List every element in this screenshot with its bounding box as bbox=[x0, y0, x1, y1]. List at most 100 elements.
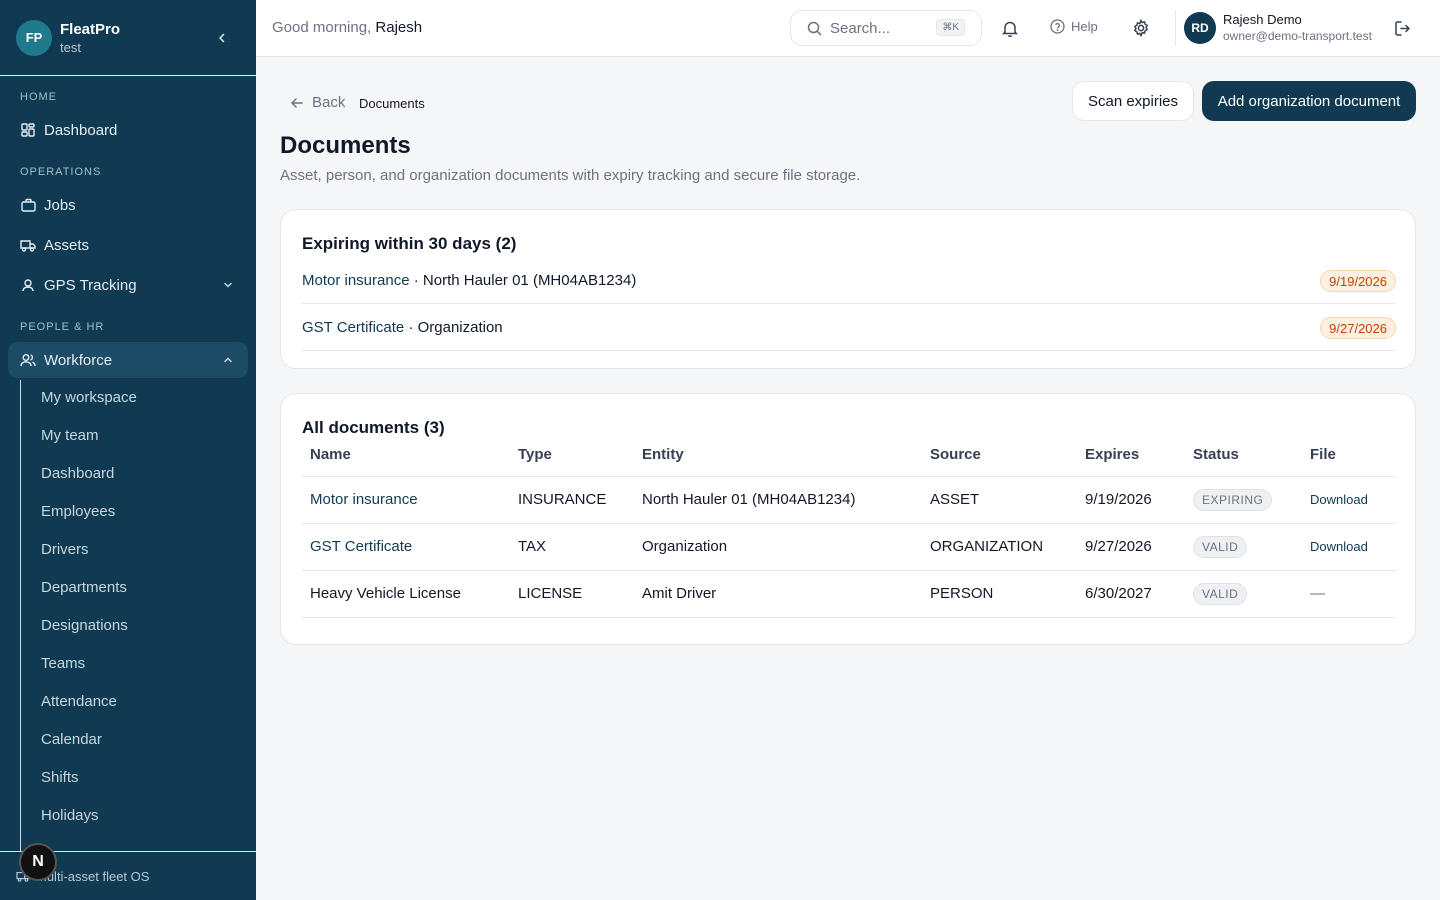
expiry-date-badge: 9/19/2026 bbox=[1320, 270, 1396, 292]
scan-expiries-button[interactable]: Scan expiries bbox=[1072, 81, 1194, 121]
document-expires: 9/27/2026 bbox=[1077, 523, 1185, 571]
table-row: Motor insurance INSURANCE North Hauler 0… bbox=[302, 476, 1396, 524]
sidebar-subitem-departments[interactable]: Departments bbox=[41, 579, 127, 596]
status-badge: EXPIRING bbox=[1193, 488, 1273, 511]
sidebar-item-label: Workforce bbox=[44, 351, 113, 369]
brand-name: FleatPro bbox=[60, 20, 121, 38]
sidebar-subitem-my-workspace[interactable]: My workspace bbox=[41, 389, 137, 406]
column-header-name: Name bbox=[302, 446, 510, 477]
expiring-card: Expiring within 30 days (2) Motor insura… bbox=[280, 209, 1416, 369]
sidebar-item-label: Dashboard bbox=[44, 121, 118, 139]
search-shortcut: ⌘K bbox=[936, 19, 965, 36]
user-email: owner@demo-transport.test bbox=[1223, 29, 1372, 43]
status-badge: VALID bbox=[1193, 582, 1248, 605]
section-label-people: PEOPLE & HR bbox=[20, 321, 105, 333]
sidebar-item-dashboard[interactable]: Dashboard bbox=[8, 112, 248, 148]
sidebar-subitem-dashboard[interactable]: Dashboard bbox=[41, 465, 114, 482]
column-header-source: Source bbox=[922, 446, 1077, 477]
table-row: GST Certificate TAX Organization ORGANIZ… bbox=[302, 523, 1396, 571]
help-label: Help bbox=[1071, 19, 1098, 34]
users-icon bbox=[20, 352, 36, 368]
brand-header: FP FleatPro test bbox=[0, 0, 256, 76]
document-name: Heavy Vehicle License bbox=[310, 585, 461, 602]
section-label-operations: OPERATIONS bbox=[20, 166, 102, 178]
gear-icon[interactable] bbox=[1131, 18, 1151, 38]
search-input[interactable]: Search... ⌘K bbox=[790, 10, 982, 46]
sidebar-item-label: Assets bbox=[44, 236, 90, 254]
chevron-down-icon bbox=[222, 278, 236, 292]
sidebar-item-gps-tracking[interactable]: GPS Tracking bbox=[8, 267, 248, 303]
location-user-icon bbox=[20, 277, 36, 293]
all-documents-card: All documents (3) Name Type Entity Sourc… bbox=[280, 393, 1416, 645]
arrow-left-icon bbox=[290, 96, 304, 110]
dashboard-icon bbox=[20, 122, 36, 138]
search-icon bbox=[807, 21, 822, 36]
sidebar-subitem-my-team[interactable]: My team bbox=[41, 427, 99, 444]
briefcase-icon bbox=[20, 197, 36, 213]
back-button[interactable]: Back bbox=[290, 94, 345, 111]
document-type: LICENSE bbox=[510, 570, 634, 618]
expiring-entity: · Organization bbox=[404, 318, 503, 336]
document-source: ORGANIZATION bbox=[922, 523, 1077, 571]
help-link[interactable]: Help bbox=[1050, 19, 1098, 34]
document-expires: 6/30/2027 bbox=[1077, 570, 1185, 618]
bell-icon[interactable] bbox=[1000, 18, 1020, 38]
sidebar-subitem-holidays[interactable]: Holidays bbox=[41, 807, 99, 824]
sidebar-subitem-shifts[interactable]: Shifts bbox=[41, 769, 79, 786]
sidebar-subitem-employees[interactable]: Employees bbox=[41, 503, 115, 520]
sidebar-subitem-teams[interactable]: Teams bbox=[41, 655, 85, 672]
chevron-up-icon bbox=[222, 353, 236, 367]
page-subtitle: Asset, person, and organization document… bbox=[280, 167, 861, 184]
document-type: INSURANCE bbox=[510, 476, 634, 524]
logout-icon[interactable] bbox=[1392, 18, 1412, 38]
search-placeholder: Search... bbox=[830, 19, 891, 37]
table-row: Heavy Vehicle License LICENSE Amit Drive… bbox=[302, 570, 1396, 618]
topbar: Good morning, Rajesh Search... ⌘K Help R… bbox=[256, 0, 1440, 57]
sidebar-item-jobs[interactable]: Jobs bbox=[8, 187, 248, 223]
sidebar-subitem-attendance[interactable]: Attendance bbox=[41, 693, 117, 710]
document-name-link[interactable]: GST Certificate bbox=[310, 538, 412, 555]
document-entity: North Hauler 01 (MH04AB1234) bbox=[634, 476, 922, 524]
document-name-link[interactable]: Motor insurance bbox=[310, 491, 418, 508]
page-title: Documents bbox=[280, 132, 411, 159]
submenu-guide-line bbox=[20, 380, 21, 852]
download-link[interactable]: Download bbox=[1310, 492, 1368, 507]
user-name: Rajesh Demo bbox=[1223, 12, 1302, 27]
download-link[interactable]: Download bbox=[1310, 539, 1368, 554]
greeting: Good morning, Rajesh bbox=[272, 19, 422, 36]
document-link[interactable]: Motor insurance bbox=[302, 272, 410, 289]
greeting-text: Good morning, bbox=[272, 19, 372, 36]
sidebar-subitem-calendar[interactable]: Calendar bbox=[41, 731, 102, 748]
expiring-item: GST Certificate · Organization 9/27/2026 bbox=[302, 304, 1396, 351]
truck-icon bbox=[20, 237, 36, 253]
document-expires: 9/19/2026 bbox=[1077, 476, 1185, 524]
brand-workspace: test bbox=[60, 39, 81, 55]
brand-logo: FP bbox=[16, 19, 52, 56]
column-header-entity: Entity bbox=[634, 446, 922, 477]
add-organization-document-button[interactable]: Add organization document bbox=[1202, 81, 1416, 121]
collapse-sidebar-icon[interactable] bbox=[212, 28, 232, 48]
sidebar-item-label: GPS Tracking bbox=[44, 276, 137, 294]
document-source: ASSET bbox=[922, 476, 1077, 524]
expiring-entity: · North Hauler 01 (MH04AB1234) bbox=[409, 271, 637, 289]
expiry-date-badge: 9/27/2026 bbox=[1320, 317, 1396, 339]
sidebar-item-workforce[interactable]: Workforce bbox=[8, 342, 248, 378]
sidebar-subitem-drivers[interactable]: Drivers bbox=[41, 541, 89, 558]
column-header-file: File bbox=[1302, 446, 1396, 477]
sidebar-subitem-designations[interactable]: Designations bbox=[41, 617, 128, 634]
column-header-expires: Expires bbox=[1077, 446, 1185, 477]
sidebar-item-label: Jobs bbox=[44, 196, 76, 214]
sidebar-item-assets[interactable]: Assets bbox=[8, 227, 248, 263]
breadcrumb: Documents bbox=[359, 96, 425, 111]
document-entity: Amit Driver bbox=[634, 570, 922, 618]
column-header-type: Type bbox=[510, 446, 634, 477]
topbar-divider bbox=[1175, 10, 1176, 46]
avatar[interactable]: RD bbox=[1184, 12, 1216, 44]
nextjs-dev-badge[interactable]: N bbox=[19, 843, 57, 881]
document-entity: Organization bbox=[634, 523, 922, 571]
document-link[interactable]: GST Certificate bbox=[302, 319, 404, 336]
section-label-home: HOME bbox=[20, 91, 57, 103]
all-documents-title: All documents (3) bbox=[302, 418, 445, 437]
document-type: TAX bbox=[510, 523, 634, 571]
greeting-name: Rajesh bbox=[375, 19, 423, 36]
